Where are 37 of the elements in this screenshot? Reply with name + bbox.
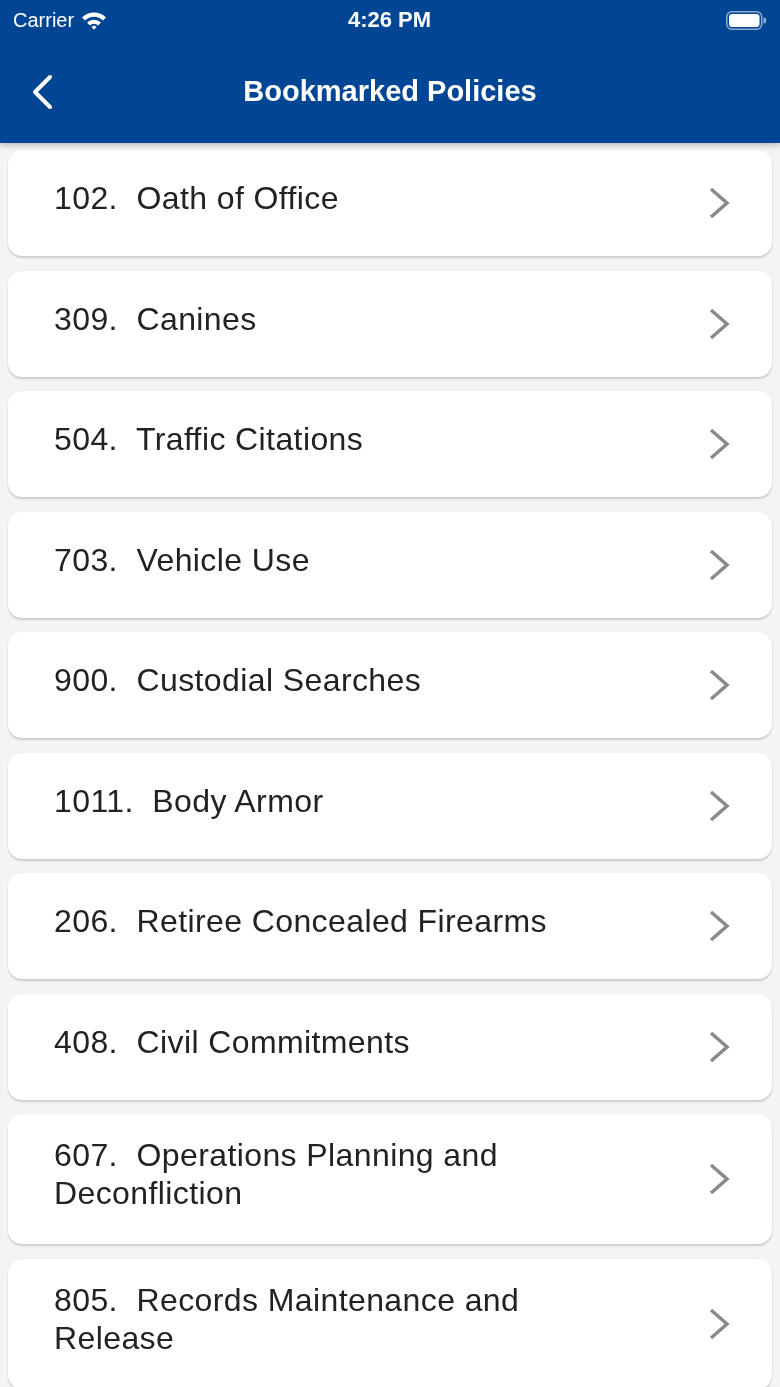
policy-card[interactable]: 102. Oath of Office <box>8 150 772 256</box>
policy-title: 805. Records Maintenance and Release <box>54 1280 521 1357</box>
chevron-right-icon <box>708 909 730 943</box>
chevron-right-icon <box>708 427 730 461</box>
policy-card[interactable]: 607. Operations Planning and Deconfliction <box>8 1114 772 1244</box>
policy-title: 703. Vehicle Use <box>54 540 310 579</box>
policy-card[interactable]: 309. Canines <box>8 270 772 377</box>
battery-icon <box>726 10 766 30</box>
back-icon <box>30 73 54 110</box>
chevron-right-icon <box>708 186 730 220</box>
policy-title: 408. Civil Commitments <box>54 1022 410 1061</box>
screen-title: Bookmarked Policies <box>243 75 537 108</box>
policy-card[interactable]: 900. Custodial Searches <box>8 632 772 738</box>
chevron-right-icon <box>708 788 730 823</box>
policy-title: 102. Oath of Office <box>54 179 339 217</box>
back-button[interactable] <box>30 73 54 110</box>
policy-title: 900. Custodial Searches <box>54 661 422 699</box>
policy-title: 1011. Body Armor <box>54 781 324 820</box>
policy-title: 607. Operations Planning and Deconfliction <box>54 1136 499 1212</box>
policy-title: 309. Canines <box>54 299 257 338</box>
chevron-right-icon <box>708 668 730 702</box>
chevron-right-icon <box>708 547 730 582</box>
carrier-label: Carrier <box>13 8 75 32</box>
wifi-icon <box>81 10 108 30</box>
chevron-right-icon <box>708 1306 730 1341</box>
policy-card[interactable]: 1011. Body Armor <box>8 752 772 859</box>
policy-card[interactable]: 408. Civil Commitments <box>8 993 772 1100</box>
chevron-right-icon <box>708 1029 730 1064</box>
policy-title: 206. Retiree Concealed Firearms <box>54 902 548 940</box>
policy-card[interactable]: 805. Records Maintenance and Release <box>8 1258 772 1387</box>
policy-card[interactable]: 206. Retiree Concealed Firearms <box>8 873 772 979</box>
chevron-right-icon <box>708 1162 730 1196</box>
policy-title: 504. Traffic Citations <box>54 420 364 458</box>
status-time: 4:26 PM <box>347 7 432 33</box>
policy-card[interactable]: 703. Vehicle Use <box>8 511 772 618</box>
chevron-right-icon <box>708 306 730 341</box>
policy-card[interactable]: 504. Traffic Citations <box>8 391 772 497</box>
